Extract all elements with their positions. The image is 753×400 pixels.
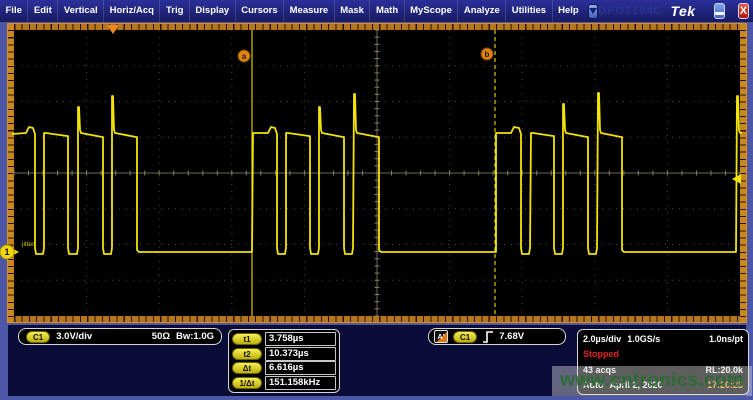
- t1-badge: t1: [232, 333, 262, 345]
- ruler-top: [8, 24, 746, 30]
- menu-cursors[interactable]: Cursors: [236, 0, 284, 22]
- channel1-marker[interactable]: [0, 245, 14, 259]
- trigger-a-badge: A': [434, 330, 448, 343]
- t2-value: 10.373µs: [265, 347, 336, 361]
- tek-logo: Tek: [670, 3, 695, 19]
- channel1-scale: 3.0V/div: [56, 331, 92, 342]
- cursor-a-badge[interactable]: [238, 50, 250, 62]
- trigger-level-value: 7.68V: [499, 331, 524, 342]
- ruler-bottom: [8, 316, 746, 322]
- run-status: Stopped: [583, 347, 619, 361]
- measurement-row-1dt[interactable]: 1/Δt 151.158kHz: [232, 376, 336, 390]
- t2-badge: t2: [232, 348, 262, 360]
- measurement-row-t2[interactable]: t2 10.373µs: [232, 347, 336, 361]
- close-button[interactable]: X: [738, 3, 749, 19]
- resolution: 1.0ns/pt: [709, 332, 743, 346]
- sample-rate: 1.0GS/s: [627, 332, 660, 346]
- cursor-measurement-box: t1 3.758µs t2 10.373µs Δt 6.616µs 1/Δt 1…: [228, 329, 340, 393]
- menu-mask[interactable]: Mask: [335, 0, 371, 22]
- ruler-right: [740, 24, 746, 322]
- menu-math[interactable]: Math: [370, 0, 404, 22]
- measurement-row-t1[interactable]: t1 3.758µs: [232, 332, 336, 346]
- menu-horiz-acq[interactable]: Horiz/Acq: [104, 0, 160, 22]
- menu-measure[interactable]: Measure: [284, 0, 335, 22]
- timebase: 2.0µs/div: [583, 332, 621, 346]
- menu-help[interactable]: Help: [553, 0, 585, 22]
- ruler-left: [8, 24, 14, 322]
- menu-myscope[interactable]: MyScope: [405, 0, 459, 22]
- inv-dt-value: 151.158kHz: [265, 376, 336, 390]
- trigger-source-badge: C1: [453, 331, 477, 343]
- inv-dt-badge: 1/Δt: [232, 377, 262, 389]
- channel1-badge: C1: [26, 331, 50, 343]
- menu-overflow-dropdown[interactable]: [588, 4, 598, 19]
- menu-utilities[interactable]: Utilities: [506, 0, 552, 22]
- measurement-row-dt[interactable]: Δt 6.616µs: [232, 361, 336, 375]
- menu-edit[interactable]: Edit: [28, 0, 58, 22]
- menu-vertical[interactable]: Vertical: [58, 0, 104, 22]
- cursor-b-badge[interactable]: [481, 48, 493, 60]
- channel1-bandwidth: Bw:1.0G: [176, 331, 214, 342]
- dt-badge: Δt: [232, 362, 262, 374]
- model-label: DPO7104C: [598, 5, 662, 17]
- close-icon: X: [740, 5, 747, 17]
- oscilloscope-screen: File Edit Vertical Horiz/Acq Trig Displa…: [0, 0, 753, 400]
- watermark: www.cntronics.com: [552, 366, 752, 396]
- channel1-readout[interactable]: C1 3.0V/div 50Ω Bw:1.0G: [18, 328, 222, 345]
- minimize-icon: [715, 12, 724, 15]
- channel1-impedance: 50Ω: [152, 331, 170, 342]
- menu-bar: File Edit Vertical Horiz/Acq Trig Displa…: [0, 0, 753, 22]
- menu-display[interactable]: Display: [190, 0, 236, 22]
- trigger-readout[interactable]: A' C1 7.68V: [428, 328, 566, 345]
- menu-trig[interactable]: Trig: [160, 0, 189, 22]
- menu-analyze[interactable]: Analyze: [458, 0, 506, 22]
- menu-file[interactable]: File: [0, 0, 28, 22]
- graticule-area: [14, 30, 740, 316]
- chevron-down-icon: [589, 8, 597, 14]
- rising-edge-icon: [482, 330, 494, 344]
- t1-value: 3.758µs: [265, 332, 336, 346]
- dt-value: 6.616µs: [265, 361, 336, 375]
- minimize-button[interactable]: [714, 3, 725, 19]
- graticule-frame: [8, 24, 746, 322]
